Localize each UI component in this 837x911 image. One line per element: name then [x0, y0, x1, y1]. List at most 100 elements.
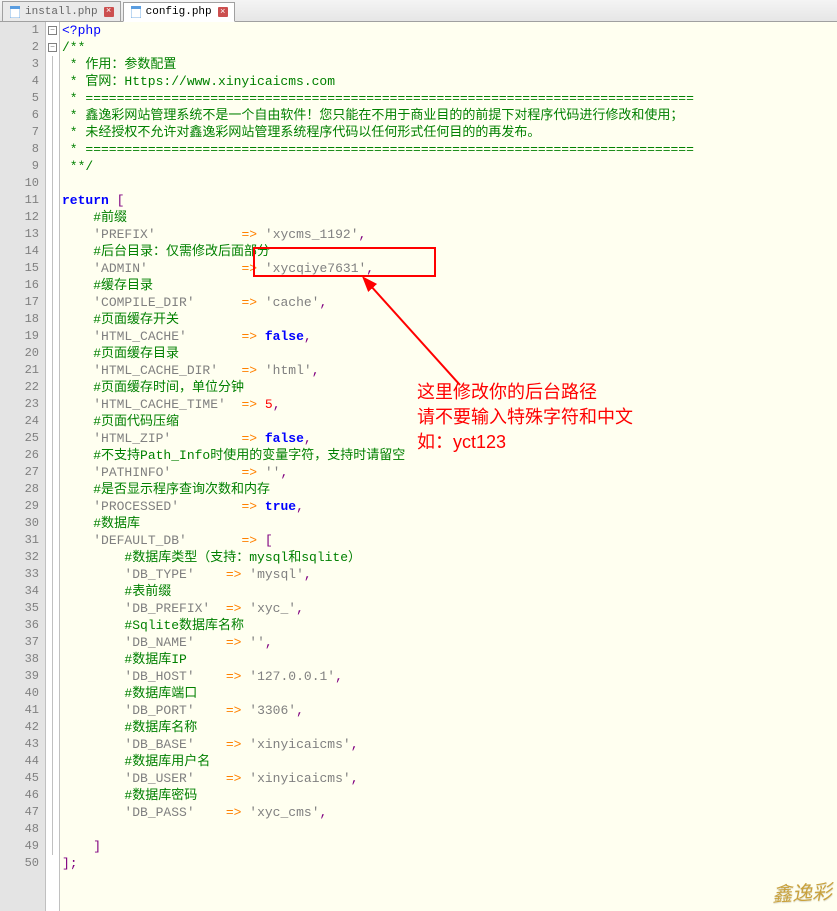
line-number: 37	[0, 634, 39, 651]
comment: #表前缀	[124, 584, 171, 599]
line-number: 40	[0, 685, 39, 702]
line-number: 45	[0, 770, 39, 787]
comment: #数据库端口	[124, 686, 197, 701]
comment: /**	[62, 40, 85, 55]
fold-marker	[46, 328, 59, 345]
line-number: 46	[0, 787, 39, 804]
line-number: 48	[0, 821, 39, 838]
fold-marker	[46, 413, 59, 430]
comment: #数据库IP	[124, 652, 186, 667]
comment: * ======================================…	[62, 142, 694, 157]
line-number: 17	[0, 294, 39, 311]
line-number: 14	[0, 243, 39, 260]
line-number: 24	[0, 413, 39, 430]
fold-marker	[46, 73, 59, 90]
comment: * 官网：Https://www.xinyicaicms.com	[62, 74, 335, 89]
close-icon[interactable]: ×	[104, 7, 114, 17]
line-number: 19	[0, 328, 39, 345]
line-number-gutter: 1234567891011121314151617181920212223242…	[0, 22, 46, 911]
line-number: 28	[0, 481, 39, 498]
comment: **/	[62, 159, 93, 174]
fold-marker	[46, 481, 59, 498]
fold-marker[interactable]	[46, 855, 59, 872]
editor-area: 1234567891011121314151617181920212223242…	[0, 22, 837, 911]
tab-label: config.php	[146, 6, 212, 18]
line-number: 21	[0, 362, 39, 379]
line-number: 44	[0, 753, 39, 770]
fold-marker[interactable]: −	[46, 39, 59, 56]
annotation-text: 这里修改你的后台路径 请不要输入特殊字符和中文 如：yct123	[417, 380, 633, 456]
fold-marker	[46, 362, 59, 379]
fold-marker	[46, 549, 59, 566]
comment: #页面缓存开关	[93, 312, 179, 327]
comment: #前缀	[93, 210, 127, 225]
fold-marker	[46, 719, 59, 736]
line-number: 11	[0, 192, 39, 209]
line-number: 12	[0, 209, 39, 226]
fold-marker	[46, 702, 59, 719]
line-number: 1	[0, 22, 39, 39]
fold-marker	[46, 770, 59, 787]
fold-marker	[46, 107, 59, 124]
fold-marker	[46, 447, 59, 464]
line-number: 9	[0, 158, 39, 175]
line-number: 15	[0, 260, 39, 277]
comment: * 鑫逸彩网站管理系统不是一个自由软件！您只能在不用于商业目的的前提下对程序代码…	[62, 108, 683, 123]
line-number: 35	[0, 600, 39, 617]
comment: #数据库	[93, 516, 140, 531]
fold-gutter: −−	[46, 22, 60, 911]
fold-marker	[46, 583, 59, 600]
fold-marker	[46, 617, 59, 634]
fold-marker	[46, 90, 59, 107]
fold-marker	[46, 175, 59, 192]
fold-marker	[46, 311, 59, 328]
watermark: 鑫逸彩	[771, 875, 832, 907]
line-number: 30	[0, 515, 39, 532]
comment: #页面缓存时间，单位分钟	[93, 380, 244, 395]
fold-marker	[46, 277, 59, 294]
fold-marker	[46, 141, 59, 158]
line-number: 49	[0, 838, 39, 855]
fold-marker	[46, 838, 59, 855]
line-number: 27	[0, 464, 39, 481]
fold-marker	[46, 634, 59, 651]
tab-config[interactable]: config.php ×	[123, 2, 235, 22]
line-number: 31	[0, 532, 39, 549]
code-content[interactable]: <?php /** * 作用：参数配置 * 官网：Https://www.xin…	[60, 22, 837, 911]
comment: #页面缓存目录	[93, 346, 179, 361]
fold-marker	[46, 396, 59, 413]
php-tag: <?php	[62, 23, 101, 38]
close-icon[interactable]: ×	[218, 7, 228, 17]
line-number: 22	[0, 379, 39, 396]
file-icon	[9, 6, 21, 18]
fold-marker	[46, 821, 59, 838]
line-number: 25	[0, 430, 39, 447]
tab-label: install.php	[25, 6, 98, 18]
line-number: 39	[0, 668, 39, 685]
fold-marker	[46, 685, 59, 702]
line-number: 23	[0, 396, 39, 413]
fold-marker	[46, 124, 59, 141]
tab-install[interactable]: install.php ×	[2, 1, 121, 21]
line-number: 41	[0, 702, 39, 719]
line-number: 2	[0, 39, 39, 56]
line-number: 33	[0, 566, 39, 583]
line-number: 20	[0, 345, 39, 362]
fold-marker	[46, 192, 59, 209]
line-number: 18	[0, 311, 39, 328]
comment: #数据库密码	[124, 788, 197, 803]
line-number: 6	[0, 107, 39, 124]
fold-marker	[46, 345, 59, 362]
fold-marker[interactable]: −	[46, 22, 59, 39]
comment: * 作用：参数配置	[62, 57, 176, 72]
fold-marker	[46, 294, 59, 311]
line-number: 13	[0, 226, 39, 243]
tab-bar: install.php × config.php ×	[0, 0, 837, 22]
line-number: 3	[0, 56, 39, 73]
line-number: 16	[0, 277, 39, 294]
comment: #数据库用户名	[124, 754, 210, 769]
file-icon	[130, 6, 142, 18]
comment: #页面代码压缩	[93, 414, 179, 429]
keyword: return	[62, 193, 109, 208]
line-number: 8	[0, 141, 39, 158]
